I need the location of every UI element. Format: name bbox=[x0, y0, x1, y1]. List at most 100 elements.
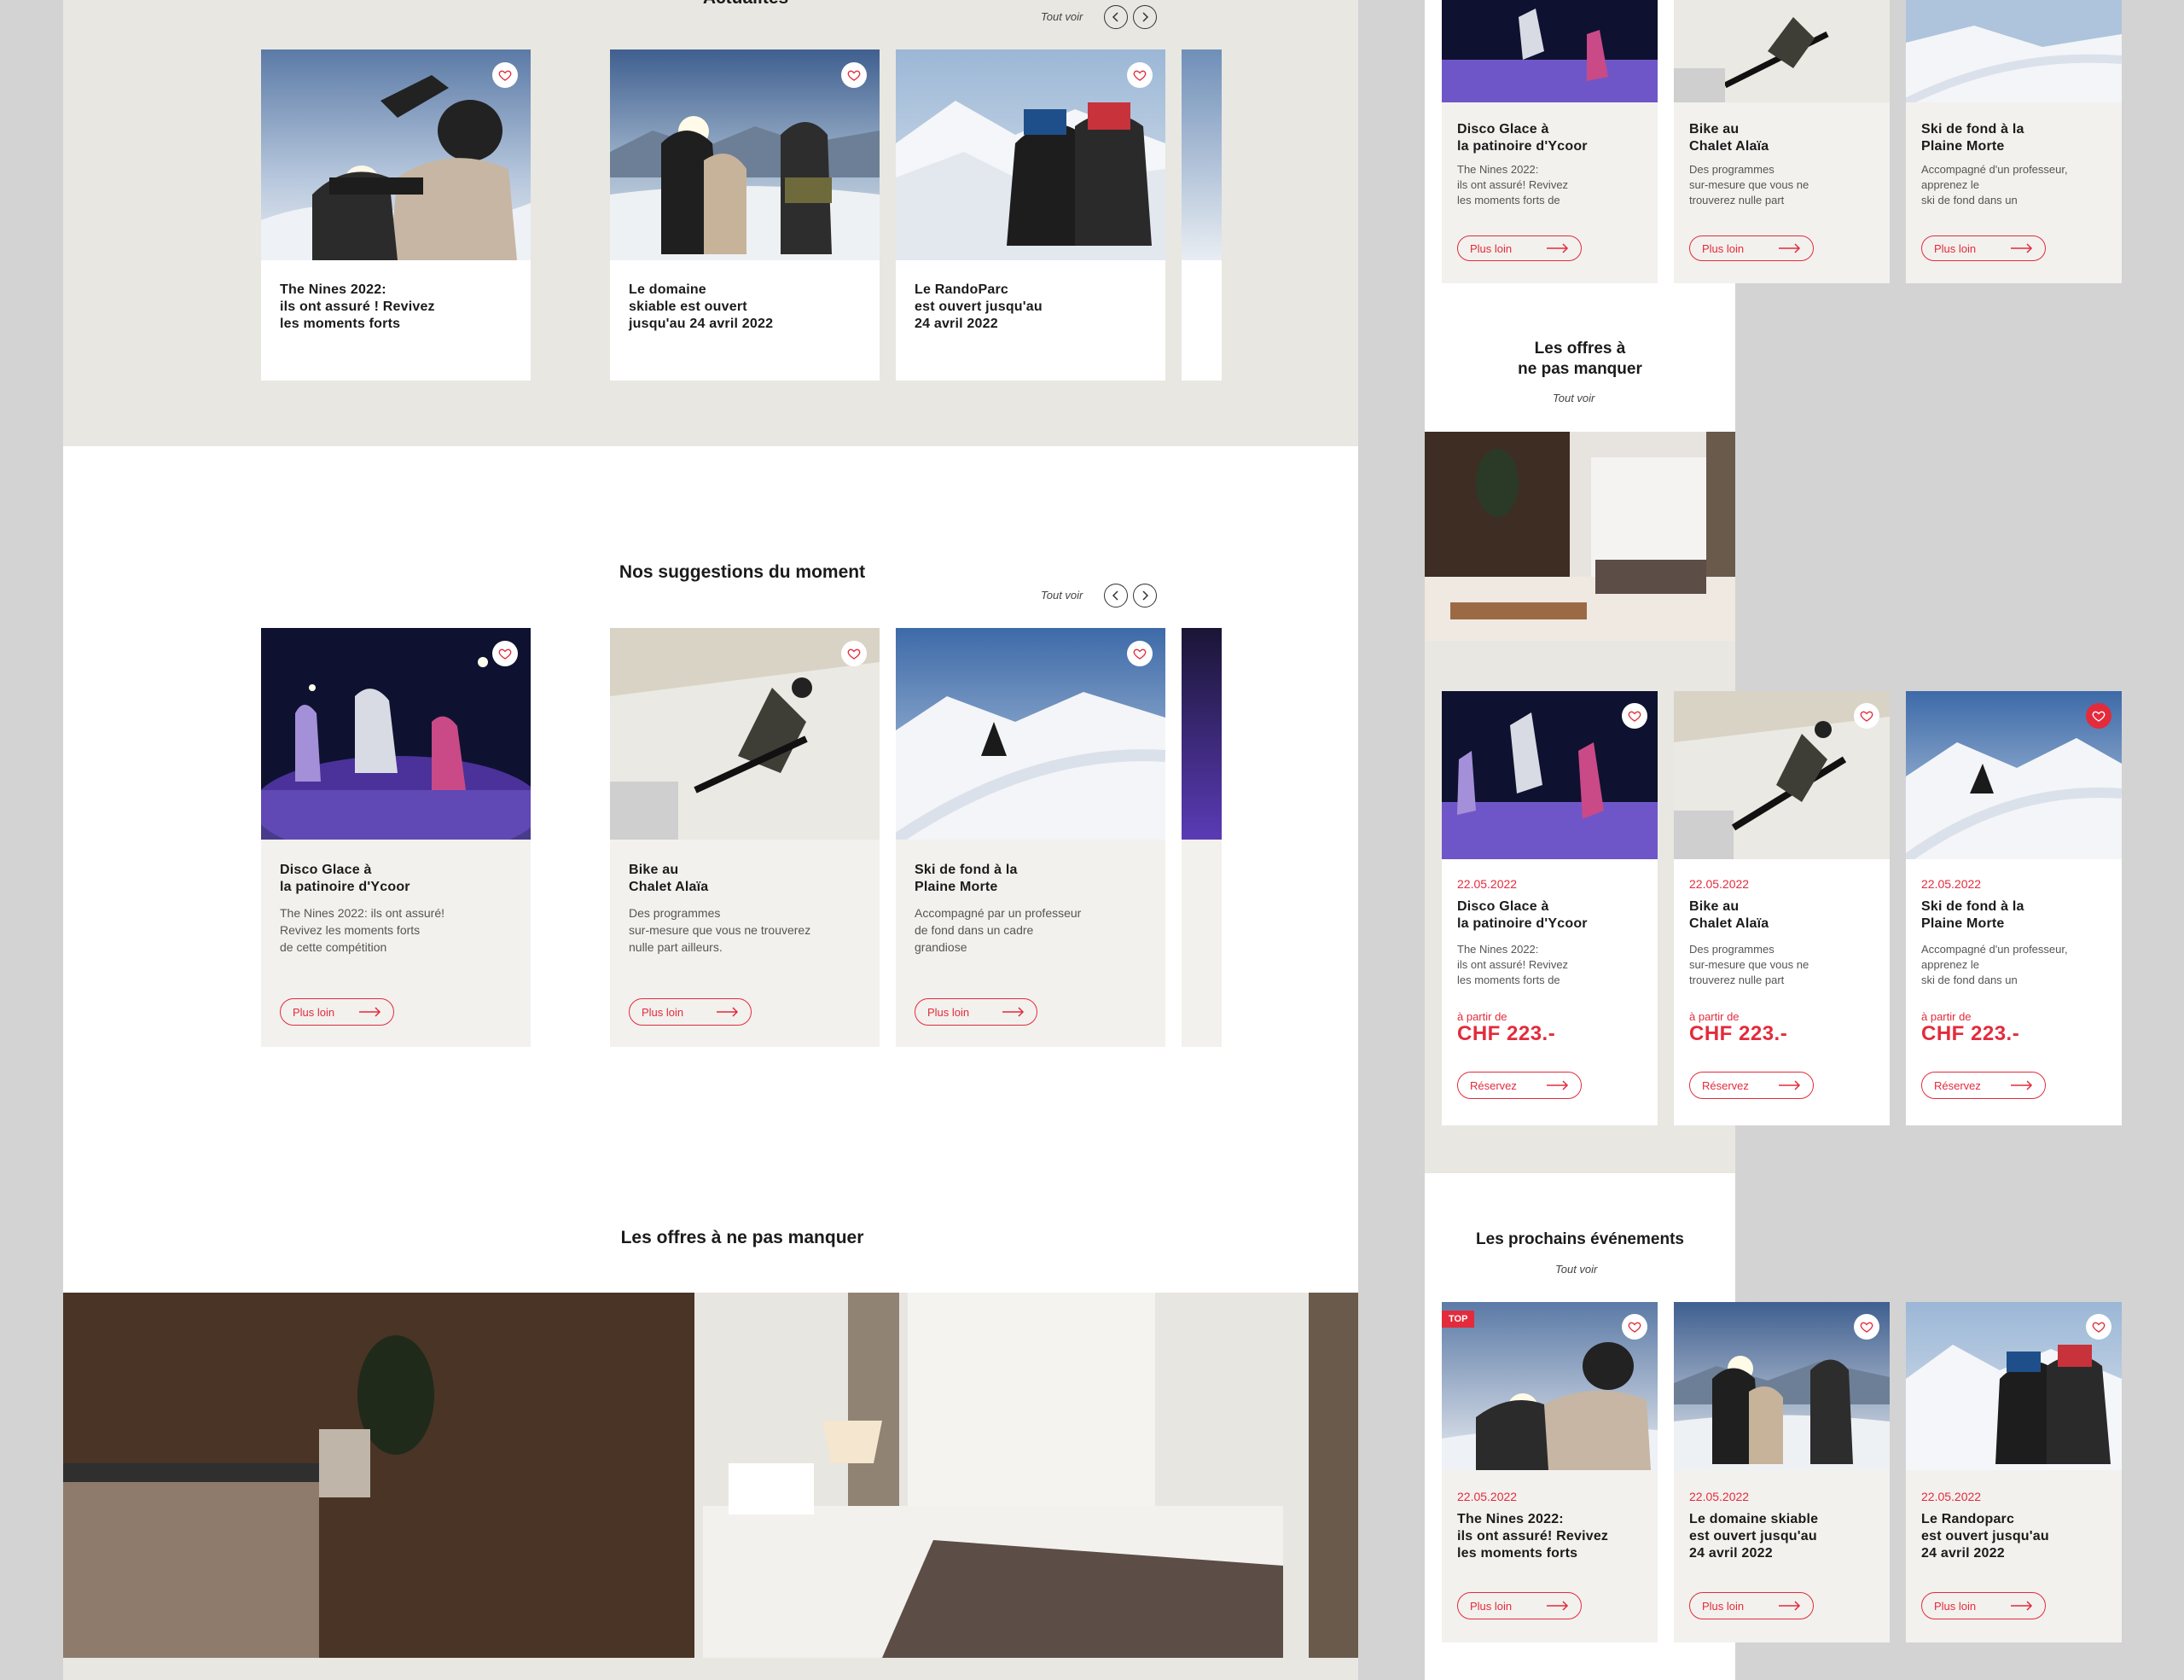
favorite-button[interactable] bbox=[841, 641, 867, 666]
more-button[interactable]: Plus loin bbox=[1457, 1592, 1582, 1619]
more-button[interactable]: Plus loin bbox=[915, 998, 1037, 1026]
price-from-label: à partir de bbox=[1921, 1010, 1972, 1023]
card-title: The Nines 2022: ils ont assuré ! Revivez… bbox=[280, 282, 435, 331]
favorite-button[interactable] bbox=[1127, 641, 1153, 666]
next-arrow-button[interactable] bbox=[1133, 5, 1157, 29]
see-all-link[interactable]: Tout voir bbox=[1041, 589, 1083, 602]
card-image bbox=[1442, 0, 1658, 102]
suggestion-card[interactable]: Ski de fond à la Plaine Morte Accompagné… bbox=[896, 628, 1165, 1047]
arrow-right-icon bbox=[1547, 1080, 1569, 1090]
event-card[interactable]: 22.05.2022 Le domaine skiable est ouvert… bbox=[1674, 1302, 1890, 1642]
card-title: Ski de fond à la Plaine Morte bbox=[1921, 122, 2024, 154]
book-button-label: Réservez bbox=[1470, 1078, 1517, 1092]
favorite-button[interactable] bbox=[1622, 703, 1647, 729]
section-title-suggestions: Nos suggestions du moment bbox=[619, 562, 866, 582]
event-card[interactable]: TOP 22.05.2022 The Nines 2022: ils ont a… bbox=[1442, 1302, 1658, 1642]
card-image bbox=[610, 628, 880, 840]
next-arrow-button[interactable] bbox=[1133, 584, 1157, 607]
price-from-label: à partir de bbox=[1457, 1010, 1507, 1023]
offer-card[interactable]: 22.05.2022 Ski de fond à la Plaine Morte… bbox=[1906, 691, 2122, 1125]
news-card[interactable]: Le RandoParc est ouvert jusqu'au 24 avri… bbox=[896, 49, 1165, 381]
favorite-button[interactable] bbox=[2086, 703, 2111, 729]
price-from-label: à partir de bbox=[1689, 1010, 1740, 1023]
favorite-button[interactable] bbox=[1854, 1314, 1879, 1340]
more-button[interactable]: Plus loin bbox=[1689, 235, 1814, 261]
arrow-right-icon bbox=[1779, 1601, 1801, 1611]
more-button-label: Plus loin bbox=[1702, 1599, 1745, 1613]
more-button[interactable]: Plus loin bbox=[1921, 235, 2046, 261]
mobile-section-title-events: Les prochains événements bbox=[1476, 1230, 1684, 1248]
card-title: Bike au Chalet Alaïa bbox=[1689, 899, 1769, 931]
more-button-label: Plus loin bbox=[642, 1005, 684, 1019]
offer-date: 22.05.2022 bbox=[1921, 877, 1982, 891]
event-card[interactable]: 22.05.2022 Le Randoparc est ouvert jusqu… bbox=[1906, 1302, 2122, 1642]
see-all-link[interactable]: Tout voir bbox=[1041, 10, 1083, 23]
card-image bbox=[1906, 0, 2122, 102]
book-button[interactable]: Réservez bbox=[1689, 1072, 1814, 1099]
offer-price: CHF 223.- bbox=[1457, 1022, 1556, 1045]
favorite-button[interactable] bbox=[2086, 1314, 2111, 1340]
card-image: TOP bbox=[1442, 1302, 1658, 1470]
mobile-card[interactable]: Bike au Chalet Alaïa Des programmes sur-… bbox=[1674, 0, 1890, 283]
see-all-link[interactable]: Tout voir bbox=[1553, 392, 1594, 404]
card-description: Accompagné par un professeur de fond dan… bbox=[915, 906, 1082, 954]
card-description: Accompagné d'un professeur, apprenez le … bbox=[1921, 163, 2068, 206]
card-title: Ski de fond à la Plaine Morte bbox=[915, 863, 1018, 894]
favorite-button[interactable] bbox=[492, 641, 518, 666]
suggestion-card[interactable]: Bike au Chalet Alaïa Des programmes sur-… bbox=[610, 628, 880, 1047]
actualites-section: Actualités Tout voir The Nine bbox=[63, 0, 1358, 446]
more-button[interactable]: Plus loin bbox=[1457, 235, 1582, 261]
more-button-label: Plus loin bbox=[927, 1005, 970, 1019]
more-button-label: Plus loin bbox=[1702, 241, 1745, 255]
favorite-button[interactable] bbox=[1854, 703, 1879, 729]
heart-icon bbox=[1628, 1320, 1641, 1334]
card-description: Accompagné d'un professeur, apprenez le … bbox=[1921, 943, 2068, 986]
card-title: Disco Glace à la patinoire d'Ycoor bbox=[1457, 899, 1588, 931]
mobile-offer-image[interactable] bbox=[1425, 432, 1735, 641]
prev-arrow-button[interactable] bbox=[1104, 5, 1128, 29]
news-card[interactable]: Le domaine skiable est ouvert jusqu'au 2… bbox=[610, 49, 880, 381]
suggestion-card[interactable]: Disco Glace à la patinoire d'Ycoor The N… bbox=[261, 628, 531, 1047]
offer-price: CHF 223.- bbox=[1921, 1022, 2020, 1045]
chevron-right-icon bbox=[1140, 590, 1150, 601]
offer-card[interactable]: 22.05.2022 Bike au Chalet Alaïa Des prog… bbox=[1674, 691, 1890, 1125]
card-image bbox=[896, 628, 1165, 840]
favorite-button[interactable] bbox=[1622, 1314, 1647, 1340]
prev-arrow-button[interactable] bbox=[1104, 584, 1128, 607]
mobile-card[interactable]: Disco Glace à la patinoire d'Ycoor The N… bbox=[1442, 0, 1658, 283]
arrow-right-icon bbox=[2011, 1080, 2033, 1090]
arrow-right-icon bbox=[359, 1007, 381, 1017]
see-all-link[interactable]: Tout voir bbox=[1555, 1263, 1597, 1276]
card-title: The Nines 2022: ils ont assuré! Revivez … bbox=[1457, 1512, 1609, 1561]
book-button[interactable]: Réservez bbox=[1921, 1072, 2046, 1099]
heart-icon bbox=[2092, 1320, 2106, 1334]
book-button[interactable]: Réservez bbox=[1457, 1072, 1582, 1099]
more-button-label: Plus loin bbox=[1934, 1599, 1977, 1613]
card-title: Disco Glace à la patinoire d'Ycoor bbox=[280, 863, 410, 894]
mobile-card[interactable]: Ski de fond à la Plaine Morte Accompagné… bbox=[1906, 0, 2122, 283]
heart-icon bbox=[847, 647, 861, 660]
arrow-right-icon bbox=[1002, 1007, 1025, 1017]
more-button[interactable]: Plus loin bbox=[1921, 1592, 2046, 1619]
more-button-label: Plus loin bbox=[1470, 1599, 1513, 1613]
mobile-section-title-offres: Les offres à ne pas manquer bbox=[1518, 340, 1642, 378]
offer-card[interactable]: 22.05.2022 Disco Glace à la patinoire d'… bbox=[1442, 691, 1658, 1125]
favorite-button[interactable] bbox=[841, 62, 867, 88]
more-button[interactable]: Plus loin bbox=[280, 998, 394, 1026]
more-button[interactable]: Plus loin bbox=[629, 998, 752, 1026]
suggestion-card-peek[interactable] bbox=[1182, 628, 1222, 1047]
news-card-peek[interactable] bbox=[1182, 49, 1222, 381]
card-image bbox=[1182, 628, 1222, 840]
arrow-right-icon bbox=[1779, 1080, 1801, 1090]
card-image bbox=[261, 628, 531, 840]
more-button[interactable]: Plus loin bbox=[1689, 1592, 1814, 1619]
favorite-button[interactable] bbox=[1127, 62, 1153, 88]
card-image bbox=[1674, 0, 1890, 102]
card-title: Le domaine skiable est ouvert jusqu'au 2… bbox=[629, 282, 774, 331]
favorite-button[interactable] bbox=[492, 62, 518, 88]
card-title: Ski de fond à la Plaine Morte bbox=[1921, 899, 2024, 931]
offer-hero-image[interactable] bbox=[63, 1293, 1358, 1658]
event-date: 22.05.2022 bbox=[1921, 1490, 1982, 1503]
chevron-right-icon bbox=[1140, 12, 1150, 22]
news-card[interactable]: The Nines 2022: ils ont assuré ! Revivez… bbox=[261, 49, 531, 381]
